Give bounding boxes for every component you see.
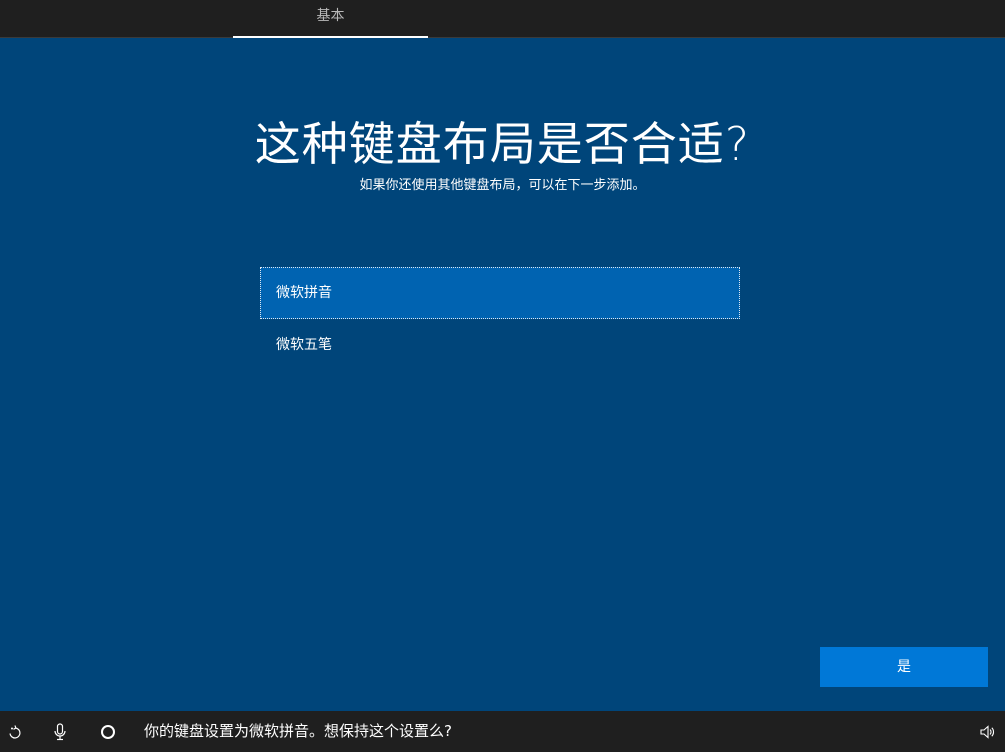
top-navigation-bar: 基本 <box>0 0 1005 38</box>
page-title: 这种键盘布局是否合适? <box>254 117 751 171</box>
taskbar: 你的键盘设置为微软拼音。想保持这个设置么? <box>0 711 1005 752</box>
yes-button[interactable]: 是 <box>820 647 988 687</box>
tab-basics[interactable]: 基本 <box>233 0 428 38</box>
volume-icon[interactable] <box>972 711 1002 752</box>
page-subtitle: 如果你还使用其他键盘布局，可以在下一步添加。 <box>359 178 646 193</box>
microphone-icon[interactable] <box>45 711 75 752</box>
layout-option-wubi[interactable]: 微软五笔 <box>260 319 740 371</box>
keyboard-layout-list: 微软拼音 微软五笔 <box>260 267 740 371</box>
accessibility-icon[interactable] <box>0 711 30 752</box>
layout-option-pinyin[interactable]: 微软拼音 <box>260 267 740 319</box>
cortana-icon[interactable] <box>93 711 123 752</box>
assistant-message: 你的键盘设置为微软拼音。想保持这个设置么? <box>144 722 452 740</box>
